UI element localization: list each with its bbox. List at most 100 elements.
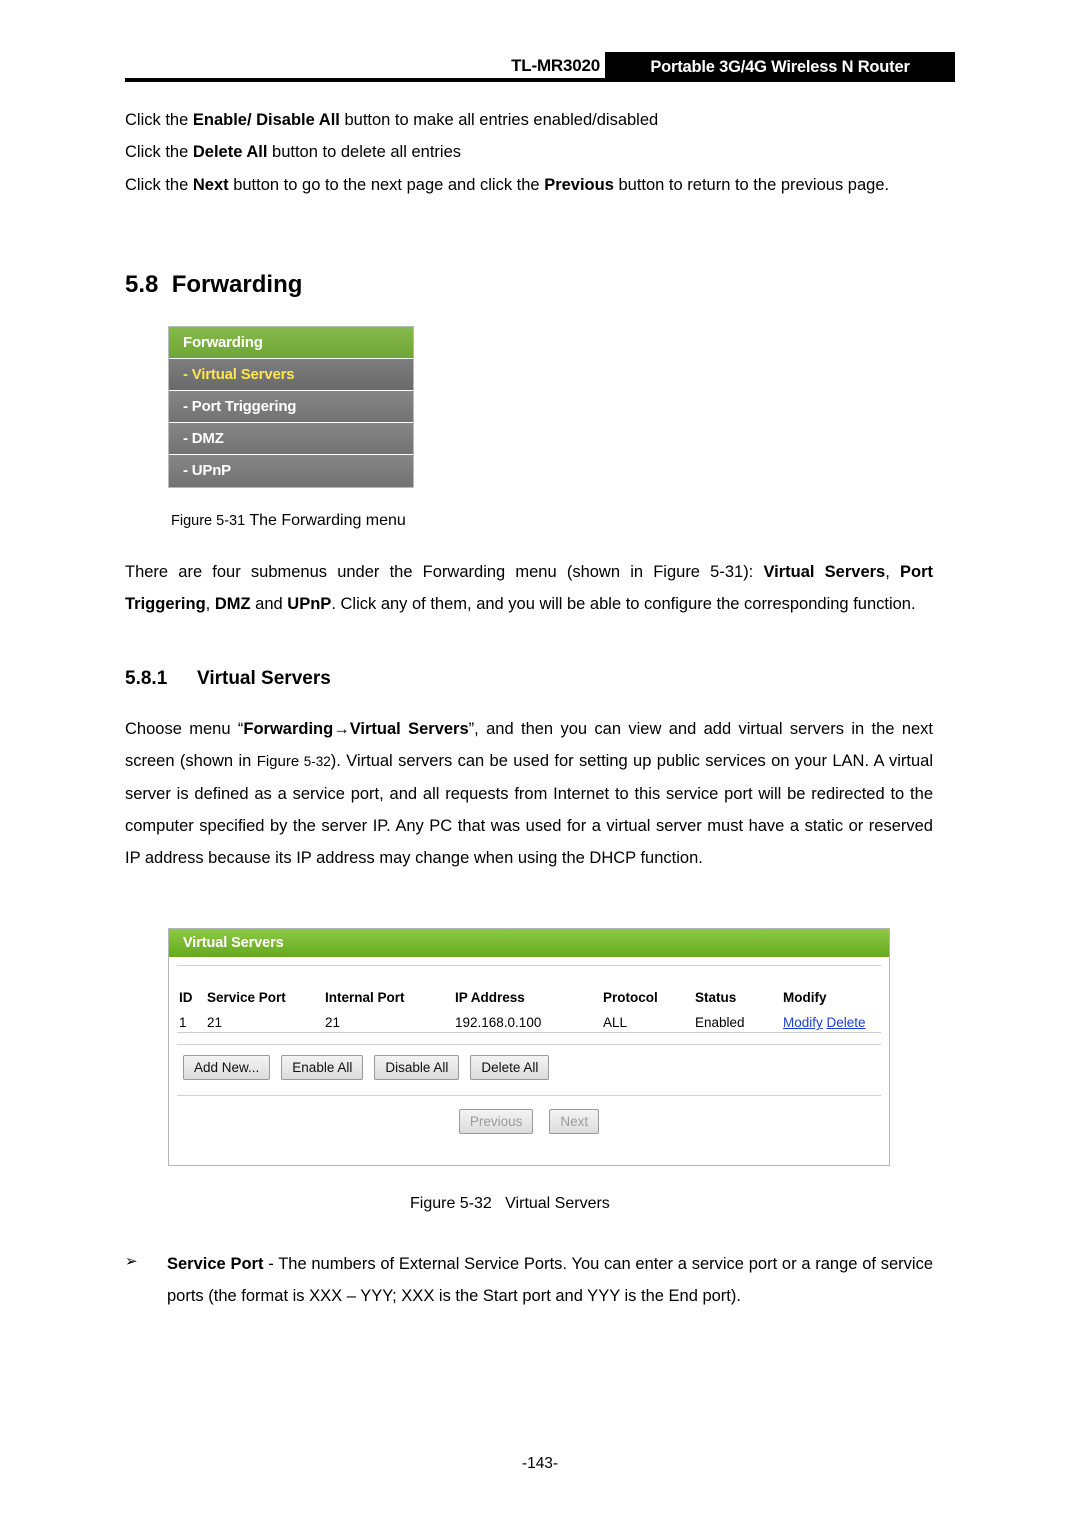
menu-header-forwarding[interactable]: Forwarding <box>169 327 413 359</box>
cell-internal-port: 21 <box>325 1015 341 1030</box>
cell-id: 1 <box>179 1015 187 1030</box>
page-footer: -143- <box>0 1455 1080 1473</box>
para-forwarding-t3: ): <box>743 563 764 581</box>
column-service-port: Service Port <box>207 990 286 1005</box>
page-title: 5.8 Forwarding <box>125 271 302 299</box>
para-forwarding-t1: There are four submenus under the Forwar… <box>125 563 654 581</box>
intro-line-3-mid: button to go to the next page and click … <box>228 176 545 194</box>
subsection-title: 5.8.1 Virtual Servers <box>125 668 331 690</box>
panel-title-label: Virtual Servers <box>183 935 284 951</box>
figure-32-number: Figure 5-32 <box>410 1195 492 1212</box>
intro-line-3-pre: Click the <box>125 176 193 194</box>
bullet-text: Service Port - The numbers of External S… <box>167 1248 933 1312</box>
para-forwarding-t5: , <box>205 595 215 613</box>
figure-31-text: The Forwarding menu <box>249 512 406 529</box>
bullet-service-port: ➢ Service Port - The numbers of External… <box>125 1248 933 1312</box>
disable-all-button[interactable]: Disable All <box>374 1055 460 1080</box>
table-header-row: ID Service Port Internal Port IP Address… <box>179 987 879 1008</box>
menu-item-label: - DMZ <box>183 430 224 447</box>
subsection-name: Virtual Servers <box>197 668 331 689</box>
column-modify: Modify <box>783 990 827 1005</box>
paragraph-virtual-servers: Choose menu “Forwarding→Virtual Servers”… <box>125 713 933 874</box>
para-forwarding-b3: DMZ <box>214 595 251 613</box>
intro-line-2-pre: Click the <box>125 143 193 161</box>
para-virtual-fignum: 5-32 <box>303 754 331 769</box>
column-status: Status <box>695 990 737 1005</box>
virtual-servers-pagination: Previous Next <box>169 1109 889 1134</box>
intro-line-3-bold-next: Next <box>192 176 229 194</box>
intro-line-3: Click the Next button to go to the next … <box>125 169 933 201</box>
menu-item-virtual-servers[interactable]: - Virtual Servers <box>169 359 413 391</box>
paragraph-forwarding-submenus: There are four submenus under the Forwar… <box>125 556 933 620</box>
cell-protocol: ALL <box>603 1015 628 1030</box>
panel-divider-2 <box>177 1095 881 1096</box>
column-id: ID <box>179 990 193 1005</box>
section-number: 5.8 <box>125 271 159 298</box>
section-title: Forwarding <box>171 271 303 298</box>
delete-link[interactable]: Delete <box>827 1015 866 1030</box>
menu-header-label: Forwarding <box>183 334 263 351</box>
intro-line-2-post: button to delete all entries <box>267 143 461 161</box>
forwarding-menu-figure: Forwarding - Virtual Servers - Port Trig… <box>168 326 414 488</box>
intro-line-3-bold-previous: Previous <box>544 176 614 194</box>
para-forwarding-figref: Figure 5-31 <box>653 563 744 581</box>
para-virtual-figword: Figure <box>256 753 300 770</box>
virtual-servers-table: ID Service Port Internal Port IP Address… <box>179 987 879 1033</box>
menu-item-upnp[interactable]: - UPnP <box>169 455 413 487</box>
virtual-servers-action-buttons: Add New... Enable All Disable All Delete… <box>183 1055 550 1080</box>
column-internal-port: Internal Port <box>325 990 405 1005</box>
virtual-servers-screenshot: Virtual Servers ID Service Port Internal… <box>168 928 890 1166</box>
header-model: TL-MR3020 <box>511 56 600 75</box>
intro-line-2: Click the Delete All button to delete al… <box>125 136 933 168</box>
cell-ip-address: 192.168.0.100 <box>455 1015 542 1030</box>
column-ip-address: IP Address <box>455 990 525 1005</box>
para-forwarding-b1: Virtual Servers <box>763 563 886 581</box>
para-forwarding-t7: . Click any of them, and you will be abl… <box>331 595 916 613</box>
intro-line-1: Click the Enable/ Disable All button to … <box>125 104 933 136</box>
next-button[interactable]: Next <box>549 1109 600 1134</box>
para-virtual-t1: Choose menu “ <box>125 720 244 738</box>
menu-item-dmz[interactable]: - DMZ <box>169 423 413 455</box>
menu-item-label: - Virtual Servers <box>183 366 295 383</box>
page-number: -143- <box>521 1455 559 1472</box>
table-row: 1 21 21 192.168.0.100 ALL Enabled Modify… <box>179 1008 879 1033</box>
add-new-button[interactable]: Add New... <box>183 1055 271 1080</box>
subsection-number: 5.8.1 <box>125 668 168 689</box>
intro-line-2-bold: Delete All <box>192 143 268 161</box>
para-virtual-b2: Virtual Servers <box>349 720 469 738</box>
menu-item-label: - UPnP <box>183 462 231 479</box>
cell-modify: Modify Delete <box>783 1008 879 1033</box>
page-header: TL-MR3020 Portable 3G/4G Wireless N Rout… <box>125 52 955 84</box>
panel-divider-1 <box>177 1044 881 1045</box>
menu-item-port-triggering[interactable]: - Port Triggering <box>169 391 413 423</box>
figure-31-number: Figure 5-31 <box>171 513 246 529</box>
bullet-description: - The numbers of External Service Ports.… <box>167 1255 933 1305</box>
delete-all-button[interactable]: Delete All <box>470 1055 550 1080</box>
para-forwarding-t4: , <box>885 563 900 581</box>
header-product-bar: Portable 3G/4G Wireless N Router <box>605 52 955 82</box>
intro-line-1-pre: Click the <box>125 111 193 129</box>
menu-item-label: - Port Triggering <box>183 398 297 415</box>
para-forwarding-b4: UPnP <box>287 595 332 613</box>
intro-line-3-post: button to return to the previous page. <box>613 176 890 194</box>
cell-service-port: 21 <box>207 1015 223 1030</box>
bullet-arrow-icon: ➢ <box>125 1253 138 1270</box>
header-rule <box>125 78 610 82</box>
header-product-label: Portable 3G/4G Wireless N Router <box>650 58 910 76</box>
virtual-servers-panel-title: Virtual Servers <box>169 929 889 957</box>
para-virtual-b1: Forwarding <box>243 720 334 738</box>
figure-32-caption: Figure 5-32 Virtual Servers <box>410 1195 610 1213</box>
intro-line-1-post: button to make all entries enabled/disab… <box>339 111 659 129</box>
document-page: TL-MR3020 Portable 3G/4G Wireless N Rout… <box>0 0 1080 1527</box>
bullet-term: Service Port <box>167 1255 264 1273</box>
cell-status: Enabled <box>695 1015 745 1030</box>
para-forwarding-t6: and <box>250 595 288 613</box>
intro-line-1-bold: Enable/ Disable All <box>192 111 340 129</box>
figure-32-text: Virtual Servers <box>505 1195 610 1212</box>
figure-31-caption: Figure 5-31 The Forwarding menu <box>171 512 406 530</box>
modify-link[interactable]: Modify <box>783 1015 823 1030</box>
arrow-icon: → <box>333 720 350 738</box>
enable-all-button[interactable]: Enable All <box>281 1055 364 1080</box>
previous-button[interactable]: Previous <box>458 1109 534 1134</box>
column-protocol: Protocol <box>603 990 658 1005</box>
